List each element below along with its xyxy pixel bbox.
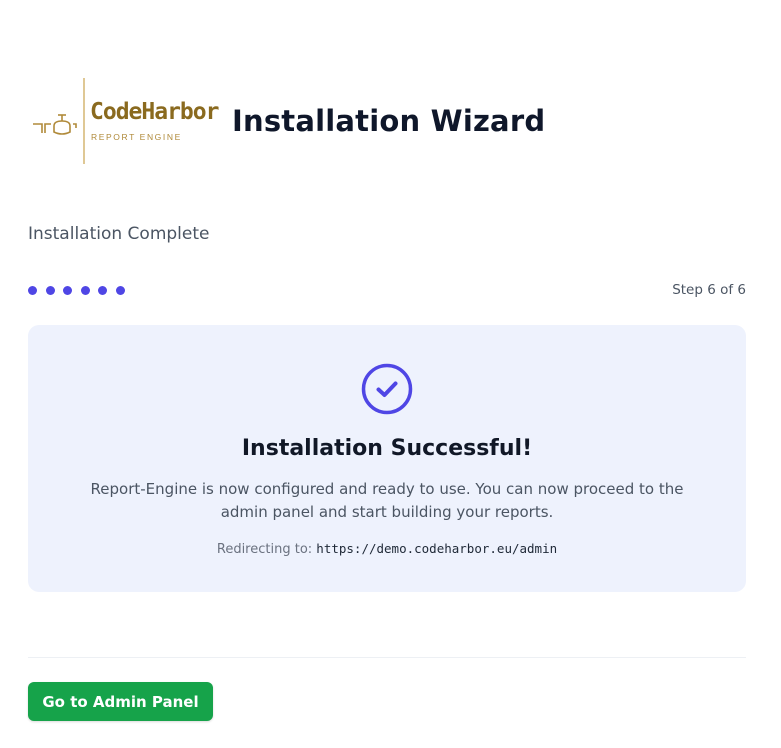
step-dot-4 xyxy=(80,286,90,295)
check-circle-icon xyxy=(361,363,413,415)
header: CodeHarbor REPORT ENGINE Installation Wi… xyxy=(28,78,545,164)
step-dot-2 xyxy=(45,286,55,295)
footer-divider xyxy=(28,657,746,658)
logo-wordmark: CodeHarbor xyxy=(90,99,219,125)
success-panel: Installation Successful! Report-Engine i… xyxy=(28,325,746,592)
success-message: Report-Engine is now configured and read… xyxy=(90,480,684,521)
go-to-admin-panel-button[interactable]: Go to Admin Panel xyxy=(28,682,213,721)
success-title: Installation Successful! xyxy=(241,436,533,461)
page-title: Installation Wizard xyxy=(232,104,546,138)
step-dot-6 xyxy=(115,286,125,295)
step-dot-1 xyxy=(28,286,37,295)
step-dot-5 xyxy=(98,286,107,295)
step-title: Installation Complete xyxy=(28,224,210,244)
step-dot-3 xyxy=(63,286,72,295)
step-counter: Step 6 of 6 xyxy=(672,282,746,298)
redirect-label: Redirecting to: xyxy=(216,542,313,557)
codeharbor-logo: CodeHarbor REPORT ENGINE xyxy=(28,78,219,164)
step-progress-dots xyxy=(28,286,125,295)
redirect-info: Redirecting to: https://demo.codeharbor.… xyxy=(28,541,746,557)
logo-subtitle: REPORT ENGINE xyxy=(91,132,182,142)
redirect-url: https://demo.codeharbor.eu/admin xyxy=(316,541,558,556)
